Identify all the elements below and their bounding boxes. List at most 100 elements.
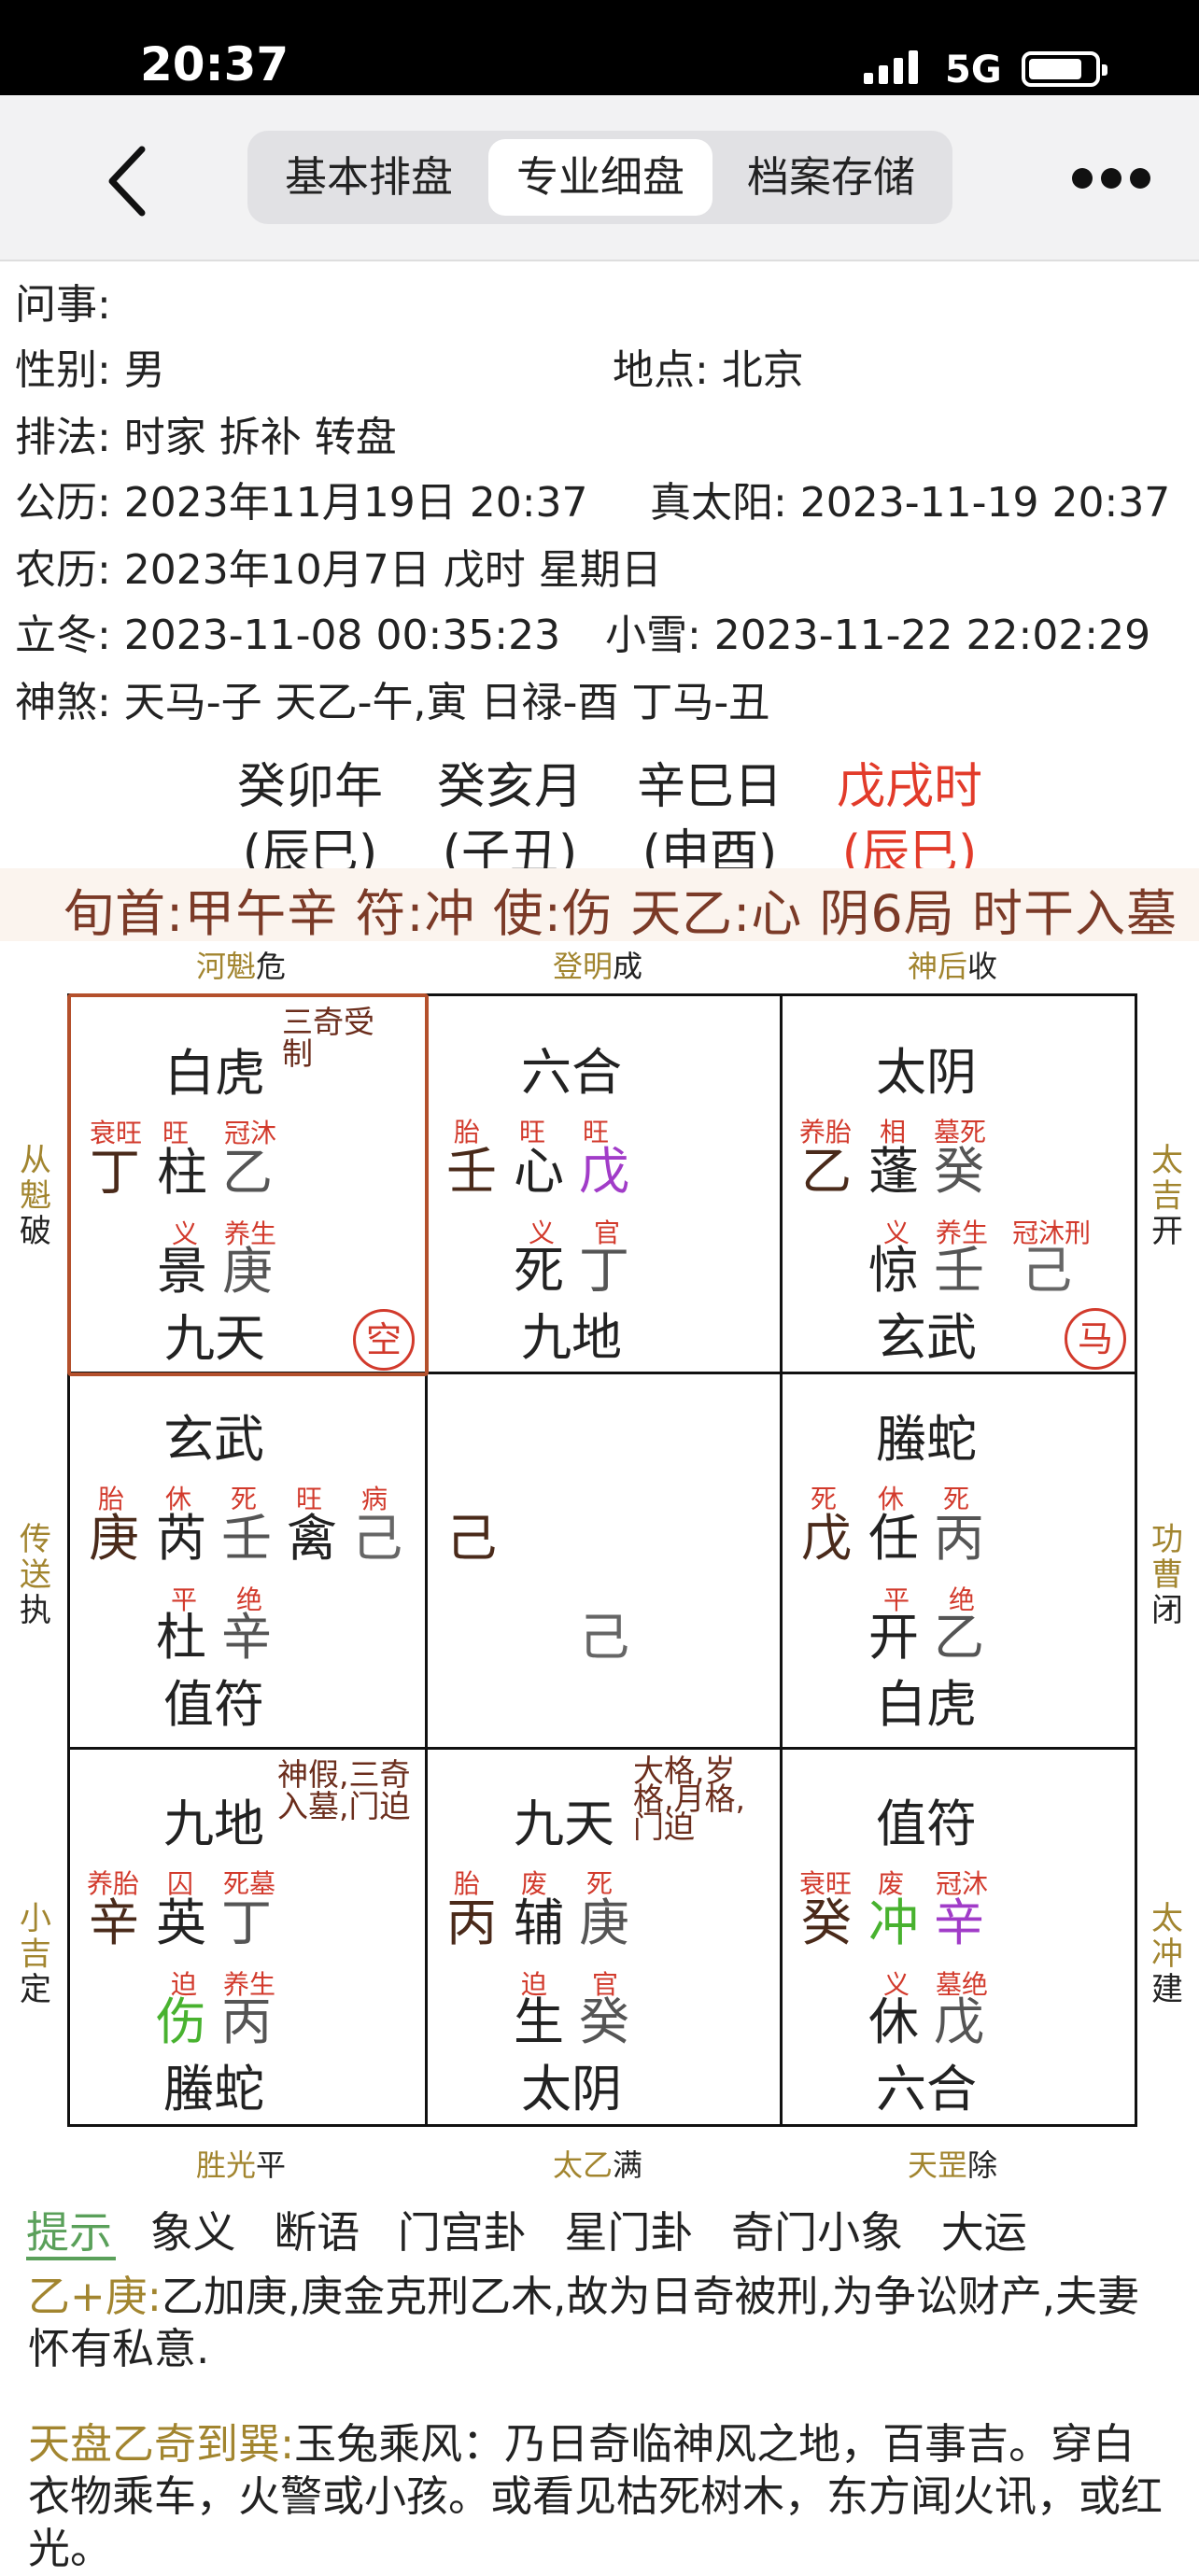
palace-door: 景: [157, 1242, 207, 1301]
palace-stem: 己: [1022, 1241, 1072, 1300]
palace-door: 开: [868, 1608, 919, 1667]
outer-top-2: 登明成: [553, 949, 643, 984]
palace-bottom-right[interactable]: 值符 衰旺 废 冠沐 癸 冲 辛 义 墓绝 休 戊 六合: [783, 1750, 1139, 2127]
palace-stem: 乙: [934, 1608, 984, 1667]
segmented-tabs: 基本排盘 专业细盘 档案存储: [247, 131, 952, 224]
palace-door: 生: [514, 1992, 564, 2051]
palace-stem: 癸: [934, 1142, 984, 1201]
info-solar: 公历: 2023年11月19日 20:37: [15, 479, 588, 527]
palace-door: 死: [514, 1241, 564, 1300]
tab-basic[interactable]: 基本排盘: [257, 139, 481, 216]
active-tab-underline: [26, 2257, 116, 2260]
palace-door: 惊: [868, 1241, 919, 1300]
palace-stem: 己: [352, 1509, 402, 1568]
pillar-gz: 癸卯年: [236, 759, 383, 815]
palace-note: 制: [282, 1035, 313, 1072]
tab-archive[interactable]: 档案存储: [719, 139, 943, 216]
hint-paragraph-1: 乙+庚:乙加庚,庚金克刑乙木,故为日奇被刑,为争讼财产,夫妻怀有私意.: [28, 2271, 1177, 2375]
banner-text: 旬首:甲午辛 符:冲 使:伤 天乙:心 阴6局 时干入墓: [63, 884, 1178, 943]
pillar-month: 癸亥月 (子丑): [426, 747, 594, 883]
palace-deity: 太阴: [521, 2060, 622, 2119]
hint-keyword: 乙+庚:: [28, 2272, 162, 2321]
palace-note: 入墓,门迫: [277, 1788, 411, 1824]
hint-paragraph-2: 天盘乙奇到巽:玉兔乘风：乃日奇临神风之地，百事吉。穿白衣物乘车，火警或小孩。或看…: [28, 2418, 1177, 2575]
palace-deity: 玄武: [876, 1308, 977, 1367]
palace-middle-left[interactable]: 玄武 胎 休 死 旺 病 庚 芮 壬 禽 己 平 绝 杜 辛 值符: [70, 1374, 427, 1752]
palace-stem: 辛: [221, 1608, 272, 1667]
outer-right-2: 功曹闭: [1151, 1521, 1183, 1629]
outer-bottom-1: 胜光平: [196, 2147, 287, 2183]
pillar-hour: 戊戌时 (辰巳): [825, 747, 994, 883]
palace-stem: 乙: [801, 1142, 852, 1201]
more-icon[interactable]: [1072, 168, 1150, 190]
palace-stem: 壬: [221, 1509, 272, 1568]
outer-left-1: 从魁破: [20, 1142, 51, 1250]
hint-text: 乙加庚,庚金克刑乙木,故为日奇被刑,为争讼财产,夫妻怀有私意.: [28, 2272, 1140, 2373]
palace-god: 玄武: [163, 1410, 264, 1469]
info-shensha: 神煞: 天马-子 天乙-午,寅 日禄-酉 丁马-丑: [15, 679, 770, 726]
back-icon[interactable]: [101, 144, 157, 218]
tab-door-palace-gua[interactable]: 门宫卦: [398, 2207, 527, 2258]
palace-star: 冲: [868, 1893, 919, 1952]
palace-stem: 丁: [579, 1241, 629, 1300]
palace-deity: 螣蛇: [163, 2060, 264, 2119]
palace-stem: 戊: [934, 1992, 984, 2051]
battery-icon: [1022, 51, 1107, 87]
tab-star-door-gua[interactable]: 星门卦: [565, 2207, 694, 2258]
palace-star: 心: [514, 1142, 564, 1201]
palace-note: 三奇受: [282, 1004, 374, 1040]
palace-star: 禽: [287, 1509, 337, 1568]
tab-professional[interactable]: 专业细盘: [488, 139, 712, 216]
palace-god: 九天: [514, 1795, 614, 1853]
info-gender: 性别: 男: [15, 346, 165, 394]
palace-deity: 九天: [164, 1309, 265, 1368]
network-type: 5G: [945, 49, 1002, 91]
palace-bottom-middle[interactable]: 大格,岁 格,月格, 门迫 九天 胎 废 死 丙 辅 庚 迫 官 生 癸 太阴: [428, 1750, 784, 2127]
outer-bottom-2: 太乙满: [553, 2147, 643, 2183]
palace-god: 白虎: [164, 1044, 265, 1103]
palace-god: 九地: [163, 1795, 264, 1853]
palace-deity: 白虎: [876, 1675, 977, 1734]
outer-bottom-3: 天罡除: [908, 2147, 998, 2183]
palace-top-right[interactable]: 太阴 养胎 相 墓死 乙 蓬 癸 义 养生 冠沐刑 惊 壬 己 玄武 马: [783, 996, 1139, 1373]
summary-banner: 旬首:甲午辛 符:冲 使:伤 天乙:心 阴6局 时干入墓: [0, 868, 1199, 943]
palace-star: 辅: [514, 1893, 564, 1952]
palace-stem: 乙: [222, 1143, 273, 1202]
status-time: 20:37: [140, 37, 289, 91]
palace-top-left[interactable]: 三奇受 制 白虎 衰旺 旺 冠沐 丁 柱 乙 义 养生 景 庚 九天 空: [67, 993, 429, 1376]
info-location: 地点: 北京: [613, 346, 804, 394]
palace-stem: 戊: [579, 1142, 629, 1201]
info-true-solar: 真太阳: 2023-11-19 20:37: [650, 479, 1171, 527]
pillar-year: 癸卯年 (辰巳): [226, 747, 394, 883]
palace-god: 螣蛇: [876, 1410, 977, 1469]
tab-hint[interactable]: 提示: [26, 2207, 112, 2258]
analysis-tabs: 提示 象义 断语 门宫卦 星门卦 奇门小象 大运: [26, 2199, 1051, 2260]
tab-imagery[interactable]: 象义: [150, 2207, 236, 2258]
outer-right-3: 太冲建: [1151, 1900, 1183, 2008]
palace-door: 杜: [156, 1608, 206, 1667]
palace-stem: 丁: [90, 1143, 140, 1202]
palace-note: 门迫: [633, 1809, 695, 1845]
outer-top-3: 神后收: [908, 949, 998, 984]
palace-bottom-left[interactable]: 神假,三奇 入墓,门迫 九地 养胎 囚 死墓 辛 英 丁 迫 养生 伤 丙 螣蛇: [70, 1750, 427, 2127]
qimen-grid: 三奇受 制 白虎 衰旺 旺 冠沐 丁 柱 乙 义 养生 景 庚 九天 空 六合 …: [67, 993, 1137, 2127]
nav-bar: 基本排盘 专业细盘 档案存储: [0, 95, 1199, 261]
signal-icon: [864, 50, 918, 84]
palace-top-middle[interactable]: 六合 胎 旺 旺 壬 心 戊 义 官 死 丁 九地: [428, 996, 784, 1373]
palace-door: 伤: [156, 1992, 206, 2051]
palace-star: 英: [156, 1893, 206, 1952]
outer-right-1: 太吉开: [1151, 1142, 1183, 1250]
palace-star: 柱: [157, 1143, 207, 1202]
palace-deity: 九地: [521, 1308, 622, 1367]
palace-center[interactable]: 己 己: [428, 1374, 784, 1752]
tab-qimen-imagery[interactable]: 奇门小象: [731, 2207, 903, 2258]
info-question: 问事:: [15, 281, 111, 329]
pillar-gz: 癸亥月: [436, 759, 583, 815]
palace-stem: 癸: [579, 1992, 629, 2051]
palace-stem: 癸: [801, 1893, 852, 1952]
palace-middle-right[interactable]: 螣蛇 死 休 死 戊 任 丙 平 绝 开 乙 白虎: [783, 1374, 1139, 1752]
palace-deity: 六合: [876, 2060, 977, 2119]
tab-luck-cycle[interactable]: 大运: [941, 2207, 1027, 2258]
info-method: 排法: 时家 拆补 转盘: [15, 414, 397, 461]
tab-judgement[interactable]: 断语: [274, 2207, 360, 2258]
